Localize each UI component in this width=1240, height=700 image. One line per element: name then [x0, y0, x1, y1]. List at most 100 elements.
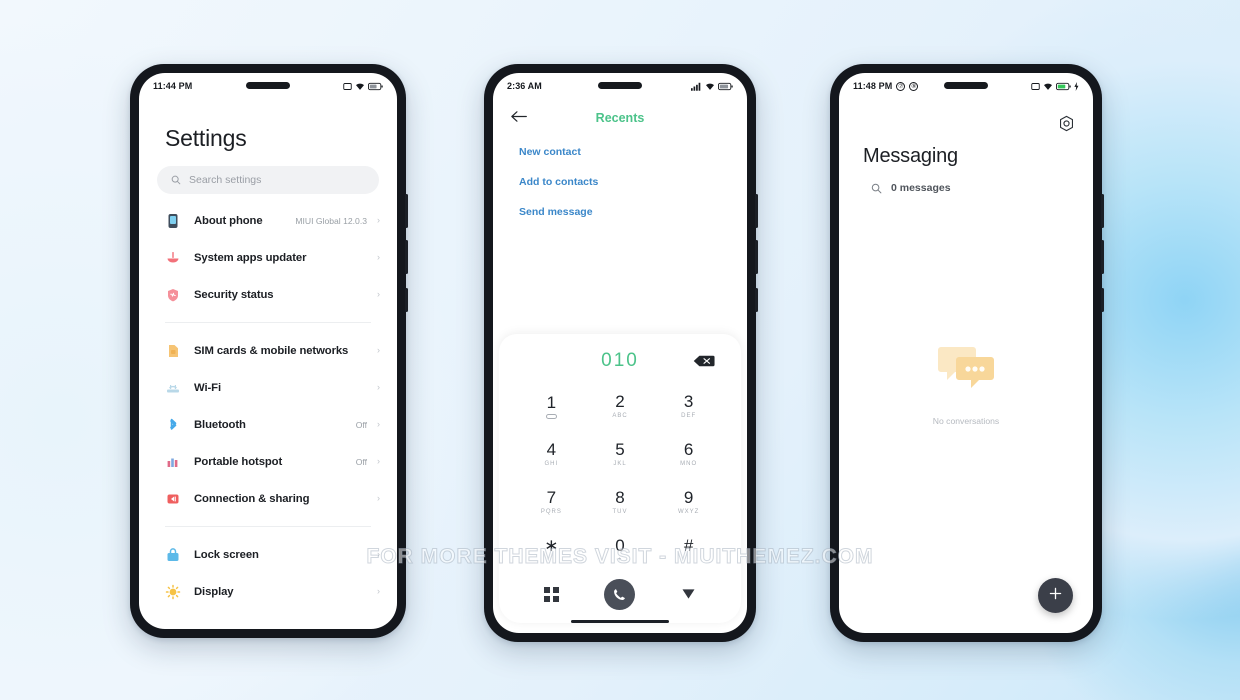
plus-icon — [1048, 586, 1063, 606]
key-digit: 8 — [615, 487, 625, 507]
page-title: Messaging — [863, 145, 958, 167]
sidebar-item-system-apps-updater[interactable]: System apps updater › — [139, 239, 397, 276]
key-digit: 3 — [683, 391, 694, 411]
power-button[interactable] — [405, 288, 408, 312]
key-2[interactable]: 2 ABC — [586, 382, 655, 430]
sidebar-item-about-phone[interactable]: About phone MIUI Global 12.0.3 › — [139, 202, 397, 239]
chevron-right-icon: › — [377, 456, 380, 466]
status-time: 11:44 PM — [153, 81, 193, 91]
key-star[interactable]: ∗ — [517, 526, 586, 574]
sidebar-item-lock-screen[interactable]: Lock screen › — [139, 536, 397, 573]
key-7[interactable]: 7 PQRS — [517, 478, 586, 526]
phone-dialer: 2:36 AM Recents New contact Add to conta… — [484, 64, 758, 642]
dialer-header: Recents — [493, 99, 747, 137]
backspace-icon[interactable] — [693, 355, 715, 367]
key-digit: 7 — [546, 487, 557, 507]
chevron-right-icon: › — [377, 382, 380, 392]
key-letters: PQRS — [540, 508, 562, 515]
search-messages-input[interactable]: 0 messages — [839, 168, 1093, 194]
chevron-right-icon: › — [377, 252, 380, 262]
volume-up-button[interactable] — [405, 194, 408, 228]
power-button[interactable] — [1101, 288, 1104, 312]
new-message-button[interactable] — [1038, 578, 1073, 613]
key-letters: GHI — [544, 460, 559, 467]
settings-list: About phone MIUI Global 12.0.3 › System … — [139, 194, 397, 610]
bluetooth-icon — [165, 417, 181, 433]
settings-screen: 11:44 PM Settings Search settings About … — [139, 73, 397, 629]
volume-down-button[interactable] — [1101, 240, 1104, 274]
key-digit: 6 — [683, 439, 694, 459]
volume-up-button[interactable] — [1101, 194, 1104, 228]
key-digit: 9 — [683, 487, 694, 507]
security-status-icon — [165, 287, 181, 303]
apps-grid-button[interactable] — [517, 586, 586, 602]
sidebar-item-label: Bluetooth — [194, 418, 246, 431]
keypad-grid: 1 2 ABC 3 DEF 4 GHI 5 JKL 6 MNO 7 PQRS 8… — [499, 378, 741, 574]
key-digit: 0 — [615, 535, 625, 555]
dialer-screen: 2:36 AM Recents New contact Add to conta… — [493, 73, 747, 633]
sidebar-item-label: Portable hotspot — [194, 455, 283, 468]
messaging-screen: 11:48 PM ⑦ ⑧ Messaging 0 messages No con… — [839, 73, 1093, 633]
chevron-down-icon — [681, 588, 696, 600]
key-6[interactable]: 6 MNO — [654, 430, 723, 478]
sidebar-item-bluetooth[interactable]: Bluetooth Off › — [139, 406, 397, 443]
call-button[interactable] — [586, 578, 655, 610]
key-4[interactable]: 4 GHI — [517, 430, 586, 478]
add-to-contacts-link[interactable]: Add to contacts — [493, 167, 747, 197]
key-3[interactable]: 3 DEF — [654, 382, 723, 430]
chevron-right-icon: › — [377, 419, 380, 429]
status-bar-messaging: 11:48 PM ⑦ ⑧ — [839, 73, 1093, 99]
dialed-number-row: 010 — [499, 344, 741, 378]
connection-sharing-icon — [165, 491, 181, 507]
camera-pill — [598, 82, 642, 89]
collapse-keypad-button[interactable] — [654, 588, 723, 600]
call-icon — [604, 578, 636, 610]
sidebar-item-wifi[interactable]: Wi-Fi › — [139, 369, 397, 406]
message-count: 0 messages — [891, 182, 951, 194]
power-button[interactable] — [755, 288, 758, 312]
wifi-icon — [1043, 82, 1053, 91]
battery-charging-icon — [1056, 82, 1071, 91]
key-9[interactable]: 9 WXYZ — [654, 478, 723, 526]
messaging-toolbar — [839, 99, 1093, 139]
sidebar-item-portable-hotspot[interactable]: Portable hotspot Off › — [139, 443, 397, 480]
phone-messaging: 11:48 PM ⑦ ⑧ Messaging 0 messages No con… — [830, 64, 1104, 642]
key-0[interactable]: 0 + — [586, 526, 655, 574]
chevron-right-icon: › — [377, 549, 380, 559]
key-letters: + — [617, 556, 623, 563]
sidebar-item-display[interactable]: Display › — [139, 573, 397, 610]
sidebar-item-label: Lock screen — [194, 548, 259, 561]
volume-down-button[interactable] — [405, 240, 408, 274]
sidebar-item-value: Off — [355, 456, 367, 467]
key-1[interactable]: 1 — [517, 382, 586, 430]
gear-icon[interactable] — [1058, 115, 1075, 132]
sidebar-item-label: About phone — [194, 214, 263, 227]
lock-screen-icon — [165, 547, 181, 563]
sidebar-item-sim-cards[interactable]: SIM cards & mobile networks › — [139, 332, 397, 369]
empty-state: No conversations — [839, 343, 1093, 426]
search-settings-input[interactable]: Search settings — [157, 166, 379, 194]
key-letters: DEF — [681, 412, 697, 419]
volume-down-button[interactable] — [755, 240, 758, 274]
send-message-link[interactable]: Send message — [493, 197, 747, 227]
volume-up-button[interactable] — [755, 194, 758, 228]
key-letters: JKL — [613, 460, 627, 467]
sidebar-item-security-status[interactable]: Security status › — [139, 276, 397, 313]
chevron-right-icon: › — [377, 586, 380, 596]
sidebar-item-label: Wi-Fi — [194, 381, 222, 394]
new-contact-link[interactable]: New contact — [493, 137, 747, 167]
key-hash[interactable]: # — [654, 526, 723, 574]
wifi-settings-icon — [165, 380, 181, 396]
wifi-icon — [705, 82, 715, 91]
empty-state-text: No conversations — [932, 416, 1000, 426]
sidebar-item-label: Connection & sharing — [194, 492, 310, 505]
chevron-right-icon: › — [377, 215, 380, 225]
sidebar-item-label: SIM cards & mobile networks — [194, 344, 349, 357]
sidebar-item-connection-sharing[interactable]: Connection & sharing › — [139, 480, 397, 517]
key-8[interactable]: 8 TUV — [586, 478, 655, 526]
search-icon — [871, 183, 882, 194]
dialed-number[interactable]: 010 — [601, 350, 639, 372]
key-letters: WXYZ — [677, 508, 700, 515]
status-time: 11:48 PM — [853, 81, 893, 91]
key-5[interactable]: 5 JKL — [586, 430, 655, 478]
